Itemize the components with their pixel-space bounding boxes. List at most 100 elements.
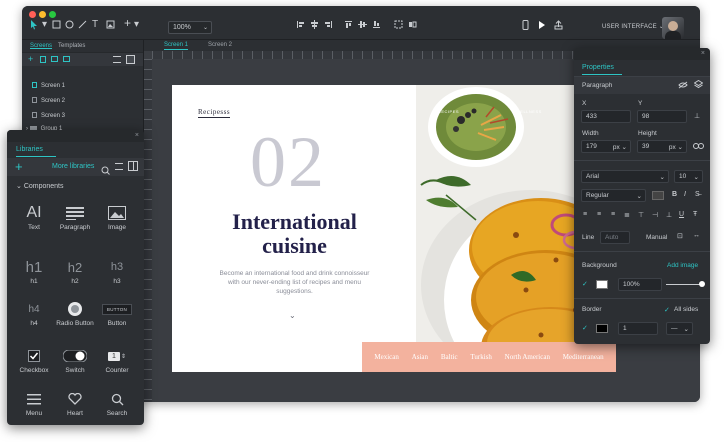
hero-description[interactable]: Become an international food and drink c… — [217, 269, 372, 296]
font-weight-select[interactable]: Regular ⌄ — [581, 189, 646, 202]
properties-title[interactable]: Properties — [582, 64, 614, 71]
background-opacity-field[interactable]: 100% — [618, 278, 662, 291]
align-middle-icon[interactable] — [358, 20, 367, 29]
tool-dropdown-icon[interactable]: ▾ — [42, 20, 47, 30]
valign-bottom-icon[interactable]: ⊥ — [666, 211, 672, 219]
libraries-titlebar[interactable]: × — [7, 130, 144, 142]
border-color-swatch[interactable] — [596, 324, 608, 333]
rectangle-tool-icon[interactable] — [52, 20, 61, 29]
background-color-swatch[interactable] — [596, 280, 608, 289]
nav-item-north-american[interactable]: North American — [505, 353, 550, 361]
properties-titlebar[interactable]: × — [574, 48, 710, 60]
screen-item[interactable]: Screen 3 — [32, 112, 65, 119]
font-family-select[interactable]: Arial ⌄ — [581, 170, 669, 183]
border-style-select[interactable]: — ⌄ — [666, 322, 693, 335]
component-image[interactable]: Image — [97, 202, 137, 231]
border-width-field[interactable]: 1 — [618, 322, 658, 335]
line-height-field[interactable]: Auto — [600, 231, 630, 244]
tab-templates[interactable]: Templates — [58, 43, 85, 49]
search-icon[interactable] — [101, 162, 110, 180]
all-sides-label[interactable]: All sides — [674, 306, 698, 313]
strikethrough-icon[interactable]: S̶ — [695, 191, 700, 198]
height-field[interactable]: 39 px ⌄ — [637, 140, 687, 153]
component-paragraph[interactable]: Paragraph — [55, 202, 95, 231]
italic-icon[interactable]: I — [684, 191, 686, 198]
window-maximize-dot[interactable] — [49, 11, 56, 18]
valign-top-icon[interactable]: ⊤ — [638, 211, 644, 219]
width-field[interactable]: 179 px ⌄ — [581, 140, 631, 153]
image-tool-icon[interactable] — [106, 20, 115, 29]
link-icon[interactable] — [693, 142, 704, 152]
valign-middle-icon[interactable]: ⊣ — [652, 211, 658, 219]
underline-icon[interactable]: U — [679, 211, 684, 218]
grid-view-icon[interactable] — [126, 55, 135, 64]
component-h4[interactable]: h4 h4 — [14, 298, 54, 328]
height-unit[interactable]: px ⌄ — [669, 143, 683, 151]
grid-view-icon[interactable] — [128, 161, 138, 171]
pin-icon[interactable]: ⊥ — [694, 112, 700, 120]
screen-item[interactable]: Screen 1 — [32, 82, 65, 89]
more-libraries-link[interactable]: More libraries — [52, 163, 94, 170]
bold-icon[interactable]: B — [672, 191, 677, 198]
libraries-title[interactable]: Libraries — [16, 146, 43, 153]
text-align-left-icon[interactable]: ≡ — [583, 211, 587, 218]
screen-item[interactable]: Screen 2 — [32, 97, 65, 104]
fit-height-icon[interactable]: ↔ — [693, 232, 700, 239]
component-radio-button[interactable]: Radio Button — [55, 298, 95, 327]
component-search[interactable]: Search — [97, 388, 137, 417]
nav-item-asian[interactable]: Asian — [412, 353, 428, 361]
component-switch[interactable]: Switch — [55, 345, 95, 374]
close-icon[interactable]: × — [701, 50, 705, 57]
align-top-icon[interactable] — [344, 20, 353, 29]
nav-item-turkish[interactable]: Turkish — [470, 353, 492, 361]
components-section-header[interactable]: ⌄ Components — [16, 182, 64, 190]
new-folder-icon[interactable] — [51, 56, 58, 62]
text-align-right-icon[interactable]: ≡ — [611, 211, 615, 218]
fit-width-icon[interactable]: ⊡ — [677, 232, 683, 240]
add-image-link[interactable]: Add image — [667, 262, 698, 269]
component-h1[interactable]: h1 h1 — [14, 256, 54, 286]
chevron-down-icon[interactable]: ⌄ — [289, 311, 296, 320]
list-view-icon[interactable] — [113, 56, 121, 63]
text-color-swatch[interactable] — [652, 191, 664, 200]
artboard[interactable]: Recipesss 02 International cuisine Becom… — [172, 85, 616, 372]
window-minimize-dot[interactable] — [39, 11, 46, 18]
text-justify-icon[interactable]: ≣ — [624, 211, 630, 219]
list-view-icon[interactable] — [115, 163, 123, 170]
share-icon[interactable] — [554, 20, 563, 30]
text-tool-icon[interactable]: T — [92, 20, 98, 30]
avatar[interactable] — [662, 17, 684, 39]
distribute-icon[interactable] — [408, 20, 417, 29]
play-icon[interactable] — [538, 20, 546, 30]
add-dropdown-icon[interactable]: ▾ — [134, 20, 139, 30]
text-align-center-icon[interactable]: ≡ — [597, 211, 601, 218]
group-icon[interactable] — [394, 20, 403, 29]
caps-icon[interactable]: Ŧ — [693, 211, 697, 218]
line-tool-icon[interactable] — [78, 20, 87, 29]
tab-screens[interactable]: Screens — [30, 43, 53, 49]
component-menu[interactable]: Menu — [14, 388, 54, 417]
top-nav-item[interactable]: WELLNESS — [516, 109, 542, 114]
tab-screen-2[interactable]: Screen 2 — [208, 42, 232, 48]
nav-item-mediterranean[interactable]: Mediterranean — [563, 353, 604, 361]
y-field[interactable]: 98 — [637, 110, 687, 123]
x-field[interactable]: 433 — [581, 110, 631, 123]
component-counter[interactable]: 1 ⇕ Counter — [97, 345, 137, 374]
add-screen-icon[interactable]: + — [28, 54, 33, 64]
nav-item-baltic[interactable]: Baltic — [441, 353, 458, 361]
device-preview-icon[interactable] — [522, 20, 529, 30]
width-unit[interactable]: px ⌄ — [613, 143, 627, 151]
tab-screen-1[interactable]: Screen 1 — [164, 42, 189, 50]
window-close-dot[interactable] — [29, 11, 36, 18]
border-checkbox-icon[interactable]: ✓ — [582, 324, 588, 332]
component-h2[interactable]: h2 h2 — [55, 256, 95, 286]
layers-icon[interactable] — [693, 79, 704, 91]
new-screen-icon[interactable] — [40, 56, 46, 63]
component-button[interactable]: BUTTON Button — [97, 298, 137, 327]
workspace-menu[interactable]: USER INTERFACE ⌄ — [602, 23, 664, 30]
ellipse-tool-icon[interactable] — [65, 20, 74, 29]
align-bottom-icon[interactable] — [372, 20, 381, 29]
align-left-icon[interactable] — [296, 20, 305, 29]
manual-label[interactable]: Manual — [646, 234, 667, 241]
zoom-select[interactable]: 100% ⌄ — [168, 21, 212, 34]
